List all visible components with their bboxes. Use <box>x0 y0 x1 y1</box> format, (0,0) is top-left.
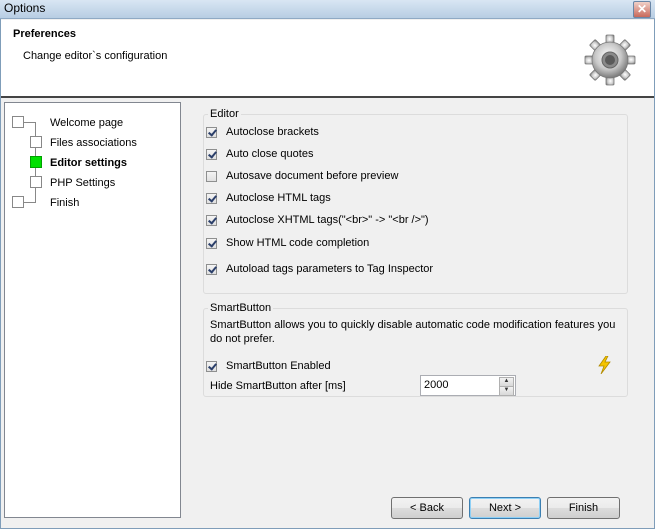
title-bar: Options ✕ <box>0 0 655 19</box>
hide-smartbutton-label: Hide SmartButton after [ms] <box>210 380 346 392</box>
checkbox-label: Autoclose XHTML tags("<br>" -> "<br />") <box>226 214 429 226</box>
editor-group-legend: Editor <box>210 108 239 120</box>
step-node-active <box>30 156 42 168</box>
hide-smartbutton-spinner[interactable]: 2000 ▲ ▼ <box>420 375 516 396</box>
window-title: Options <box>4 1 46 15</box>
smartbutton-description: SmartButton allows you to quickly disabl… <box>210 319 616 345</box>
checkbox-box[interactable] <box>206 237 217 249</box>
wizard-header: Preferences Change editor`s configuratio… <box>1 20 654 98</box>
checkbox-box[interactable] <box>206 148 217 160</box>
nav-label: Files associations <box>50 137 137 149</box>
step-node <box>30 136 42 148</box>
autoclose-brackets-checkbox[interactable]: Autoclose brackets <box>206 124 319 140</box>
lightning-icon[interactable] <box>597 356 611 374</box>
checkbox-box[interactable] <box>206 170 217 182</box>
step-node <box>30 176 42 188</box>
autosave-before-preview-checkbox[interactable]: Autosave document before preview <box>206 168 398 184</box>
smartbutton-enabled-checkbox[interactable]: SmartButton Enabled <box>206 358 331 374</box>
nav-label: Welcome page <box>50 117 124 129</box>
checkbox-label: Autoclose brackets <box>226 126 319 138</box>
step-node <box>12 196 24 208</box>
autoclose-xhtml-tags-checkbox[interactable]: Autoclose XHTML tags("<br>" -> "<br />") <box>206 212 429 228</box>
tree-connector <box>24 202 36 203</box>
show-html-code-completion-checkbox[interactable]: Show HTML code completion <box>206 235 369 251</box>
auto-close-quotes-checkbox[interactable]: Auto close quotes <box>206 146 313 162</box>
checkbox-label: Autoload tags parameters to Tag Inspecto… <box>226 263 434 275</box>
checkbox-box[interactable] <box>206 214 217 226</box>
close-icon: ✕ <box>636 2 648 16</box>
gear-icon <box>584 34 636 86</box>
page-title: Preferences <box>13 28 76 40</box>
step-node <box>12 116 24 128</box>
close-button[interactable]: ✕ <box>633 1 651 18</box>
nav-label: Editor settings <box>50 157 128 169</box>
checkbox-label: Autoclose HTML tags <box>226 192 331 204</box>
spinner-down-arrow-icon[interactable]: ▼ <box>499 386 514 396</box>
finish-button[interactable]: Finish <box>547 497 620 519</box>
checkbox-label: Autosave document before preview <box>226 170 399 182</box>
checkbox-box[interactable] <box>206 360 217 372</box>
checkbox-box[interactable] <box>206 126 217 138</box>
checkbox-label: Auto close quotes <box>226 148 314 160</box>
nav-label: PHP Settings <box>50 177 116 189</box>
nav-label: Finish <box>50 197 80 209</box>
next-button[interactable]: Next > <box>469 497 541 519</box>
checkbox-box[interactable] <box>206 192 217 204</box>
checkbox-label: SmartButton Enabled <box>226 360 331 372</box>
autoclose-html-tags-checkbox[interactable]: Autoclose HTML tags <box>206 190 331 206</box>
spinner-value[interactable]: 2000 <box>424 379 448 391</box>
smartbutton-group-legend: SmartButton <box>210 302 272 314</box>
checkbox-box[interactable] <box>206 263 217 275</box>
back-button[interactable]: < Back <box>391 497 463 519</box>
page-subtitle: Change editor`s configuration <box>23 50 168 62</box>
wizard-steps-tree: Welcome page Files associations Editor s… <box>4 102 181 518</box>
autoload-tag-parameters-checkbox[interactable]: Autoload tags parameters to Tag Inspecto… <box>206 261 433 277</box>
tree-connector <box>24 122 36 123</box>
checkbox-label: Show HTML code completion <box>226 237 370 249</box>
